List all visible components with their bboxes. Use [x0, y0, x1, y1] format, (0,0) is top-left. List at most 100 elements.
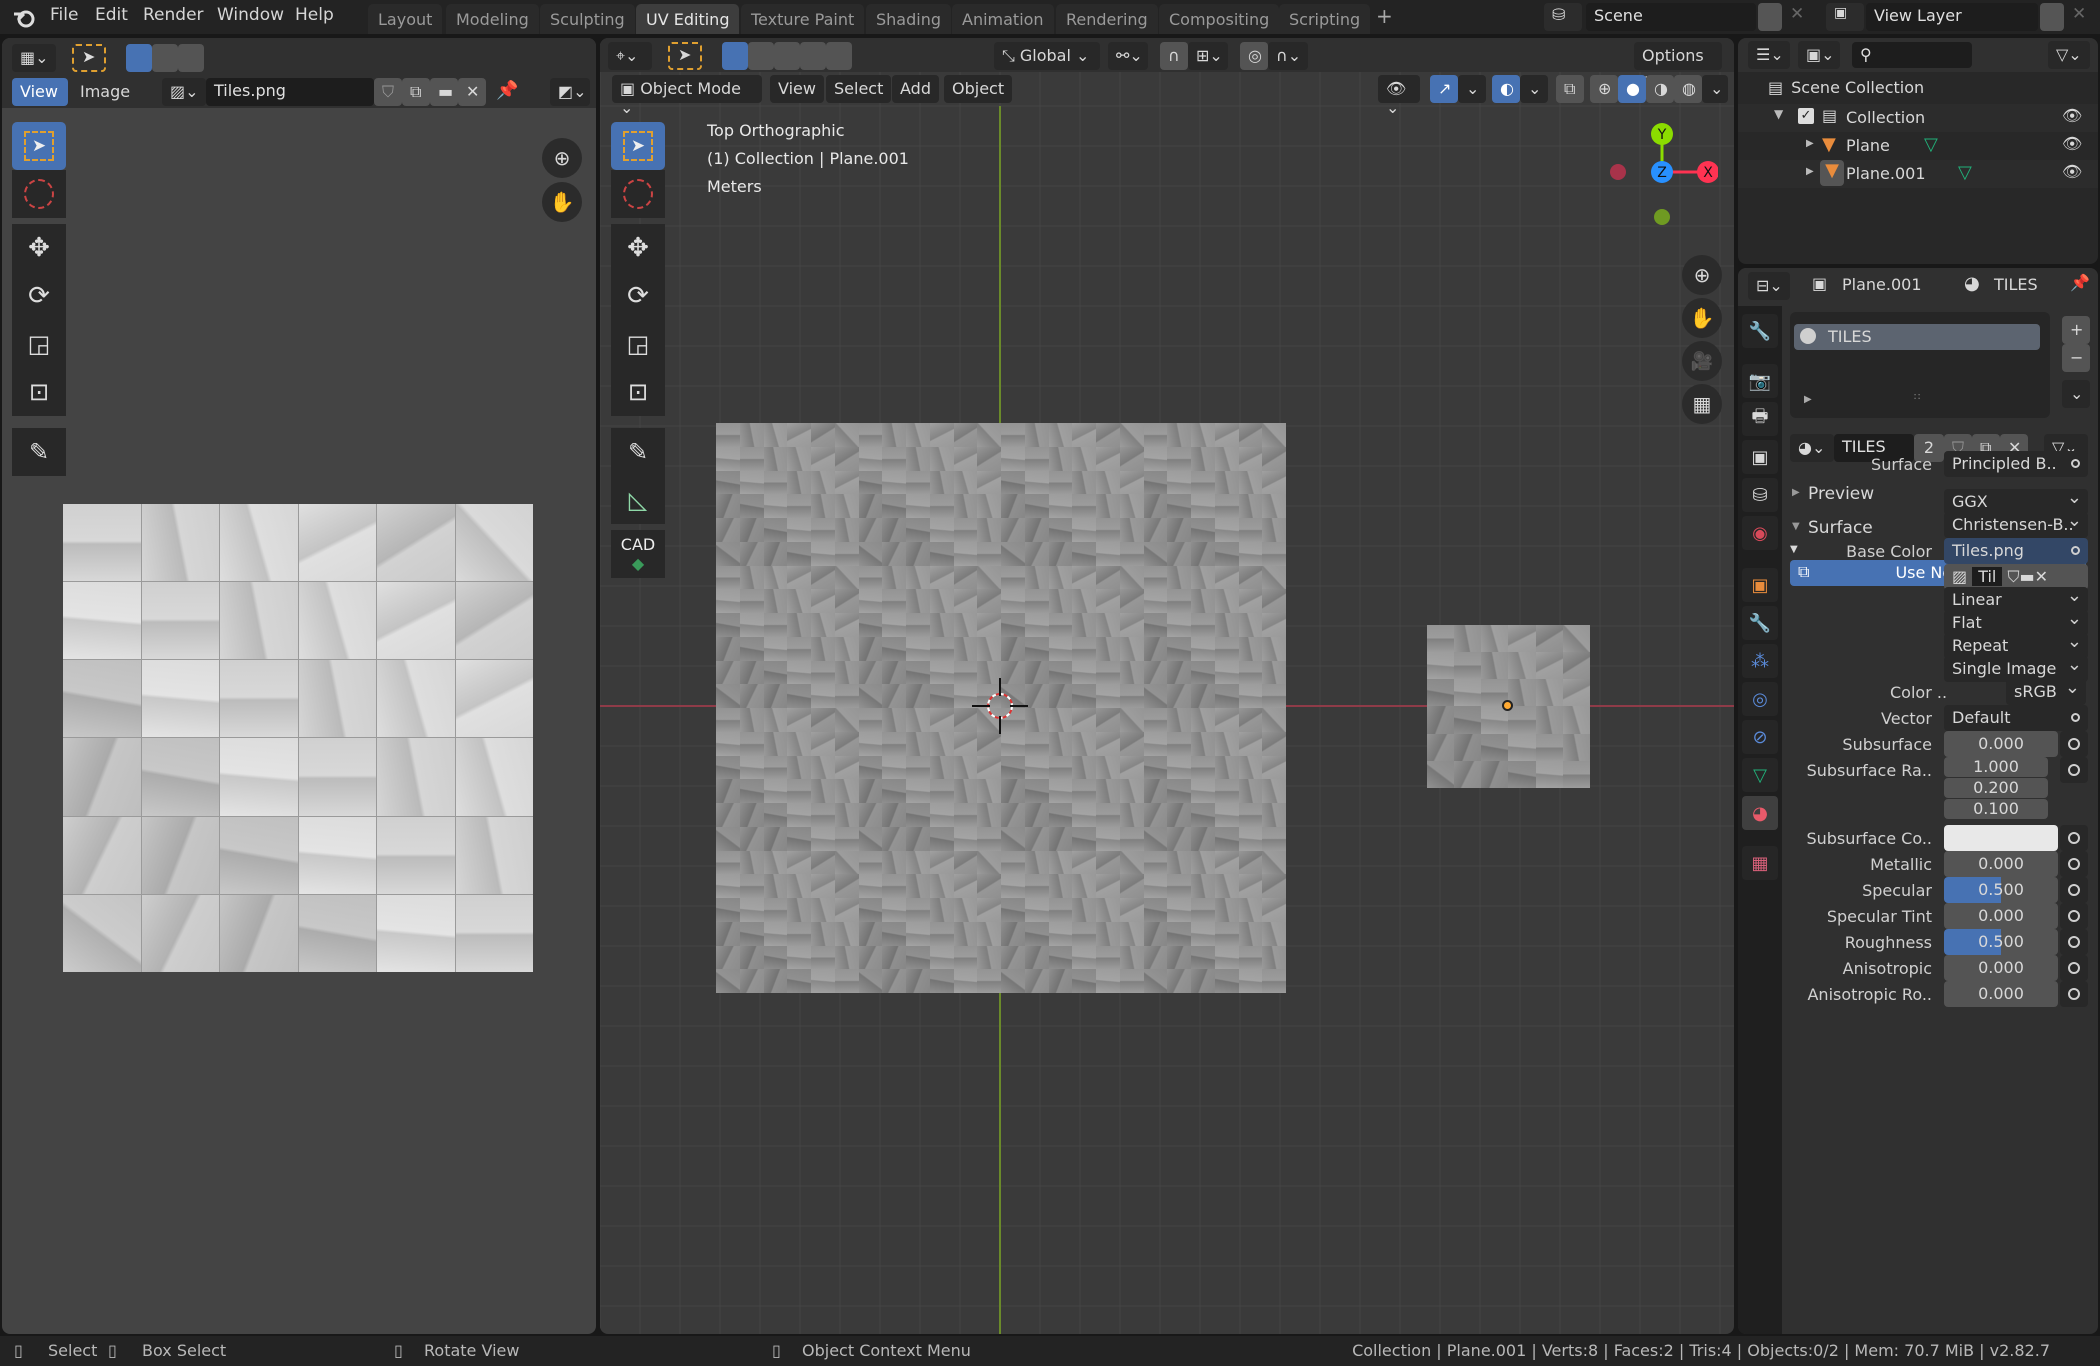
- socket-link-button[interactable]: [2060, 825, 2088, 851]
- number-field[interactable]: 0.000: [1944, 955, 2058, 981]
- menu-edit[interactable]: Edit: [95, 5, 128, 25]
- tool-move[interactable]: ✥: [611, 224, 665, 272]
- material-slot-row[interactable]: TILES: [1794, 324, 2040, 350]
- remove-slot-button[interactable]: −: [2062, 344, 2090, 372]
- overlay-toggle[interactable]: ◐: [1492, 75, 1520, 103]
- shading-solid[interactable]: ●: [1618, 75, 1646, 103]
- scene-copy-button[interactable]: [1758, 3, 1782, 31]
- select-mode-new-button[interactable]: [722, 42, 748, 70]
- tab-animation[interactable]: Animation: [952, 4, 1054, 34]
- overlay-dropdown[interactable]: ⌄: [1520, 75, 1548, 103]
- color-swatch[interactable]: [1944, 825, 2058, 851]
- tool-measure[interactable]: ◺: [611, 476, 665, 524]
- image-name-field[interactable]: Tiles.png: [206, 78, 374, 106]
- socket-link-button[interactable]: [2060, 903, 2088, 929]
- image-browse-button[interactable]: ▨⌄: [162, 78, 206, 106]
- color-space-dropdown[interactable]: sRGB: [2006, 679, 2086, 705]
- tab-render[interactable]: 📷: [1742, 364, 1778, 398]
- menu-help[interactable]: Help: [295, 5, 334, 25]
- tool-select-box[interactable]: ➤: [611, 122, 665, 170]
- display-channels-button[interactable]: ◩⌄: [550, 78, 590, 106]
- tab-texture-paint[interactable]: Texture Paint: [741, 4, 865, 34]
- socket-link-field[interactable]: Default: [1944, 705, 2088, 731]
- zoom-button[interactable]: ⊕: [1682, 255, 1722, 295]
- number-field[interactable]: 0.000: [1944, 981, 2058, 1007]
- pin-icon[interactable]: 📌: [496, 80, 518, 101]
- tool-cursor[interactable]: [611, 170, 665, 218]
- display-mode-button[interactable]: ▣⌄: [1798, 41, 1840, 69]
- tab-particles[interactable]: ⁂: [1742, 644, 1778, 678]
- tool-cursor[interactable]: [12, 170, 66, 218]
- tool-transform[interactable]: ⊡: [12, 368, 66, 416]
- tab-scripting[interactable]: Scripting: [1279, 4, 1371, 34]
- slot-specials-button[interactable]: ⌄: [2062, 380, 2090, 408]
- xray-toggle[interactable]: ⧉: [1556, 75, 1584, 103]
- select-mode-extend-button[interactable]: [152, 44, 178, 72]
- tool-scale[interactable]: ◲: [611, 320, 665, 368]
- checkbox-icon[interactable]: ✓: [1798, 108, 1814, 124]
- transform-orientation-dropdown[interactable]: ⤡ Global ⌄: [994, 42, 1100, 70]
- tool-rotate[interactable]: ⟳: [611, 272, 665, 320]
- tab-material[interactable]: ◕: [1742, 796, 1778, 830]
- scene-name-field[interactable]: Scene: [1586, 3, 1756, 31]
- enum-dropdown[interactable]: Christensen-B..: [1944, 512, 2088, 538]
- number-field[interactable]: 0.000: [1944, 903, 2058, 929]
- new-image-button[interactable]: ⧉: [402, 78, 430, 106]
- select-mode-subtract-button[interactable]: [178, 44, 204, 72]
- socket-link-button[interactable]: [2060, 851, 2088, 877]
- tool-cad[interactable]: CAD ◆: [611, 530, 665, 578]
- tab-tool[interactable]: 🔧: [1742, 314, 1778, 348]
- editor-type-button[interactable]: ⊟⌄: [1748, 272, 1790, 300]
- tool-select-box[interactable]: ➤: [12, 122, 66, 170]
- tab-object[interactable]: ▣: [1742, 568, 1778, 602]
- editor-type-button[interactable]: ▦⌄: [12, 44, 56, 72]
- outliner-row-collection[interactable]: ▼ ✓ ▤ Collection 👁: [1738, 104, 2098, 132]
- socket-link-button[interactable]: [2060, 757, 2088, 783]
- pan-button[interactable]: ✋: [542, 182, 582, 222]
- socket-link-field[interactable]: Principled B..: [1944, 451, 2088, 477]
- socket-link-button[interactable]: [2060, 955, 2088, 981]
- tool-scale[interactable]: ◲: [12, 320, 66, 368]
- navigation-gizmo[interactable]: Y X Z: [1598, 116, 1718, 276]
- number-field[interactable]: 0.000: [1944, 851, 2058, 877]
- gizmo-neg-y[interactable]: [1654, 209, 1670, 225]
- resize-handle-icon[interactable]: ∷: [1914, 392, 1920, 403]
- mesh-data-icon[interactable]: ▽: [1924, 134, 1938, 155]
- view-layer-close-icon[interactable]: ✕: [2072, 4, 2086, 24]
- select-mode-extend-button[interactable]: [748, 42, 774, 70]
- slider-field[interactable]: 0.500: [1944, 877, 2058, 903]
- menu-image[interactable]: Image: [72, 78, 138, 106]
- menu-object[interactable]: Object: [944, 75, 1013, 103]
- shading-dropdown[interactable]: ⌄: [1702, 75, 1728, 103]
- tab-shading[interactable]: Shading: [866, 4, 951, 34]
- tool-annotate[interactable]: ✎: [611, 428, 665, 476]
- visibility-dropdown[interactable]: 👁⌄: [1378, 75, 1420, 117]
- vector-component-field[interactable]: 0.100: [1944, 799, 2048, 819]
- tool-move[interactable]: ✥: [12, 224, 66, 272]
- expand-arrow-icon[interactable]: ▼: [1774, 107, 1783, 121]
- eye-icon[interactable]: 👁: [2062, 106, 2082, 125]
- tool-annotate[interactable]: ✎: [12, 428, 66, 476]
- menu-file[interactable]: File: [50, 5, 78, 25]
- texture-image[interactable]: [63, 504, 533, 972]
- tab-uv-editing[interactable]: UV Editing: [636, 4, 740, 34]
- zoom-button[interactable]: ⊕: [542, 138, 582, 178]
- expand-arrow-icon[interactable]: ▶: [1806, 166, 1814, 177]
- tool-transform[interactable]: ⊡: [611, 368, 665, 416]
- tab-modeling[interactable]: Modeling: [446, 4, 539, 34]
- socket-link-button[interactable]: [2060, 981, 2088, 1007]
- pin-icon[interactable]: 📌: [2070, 273, 2090, 292]
- camera-view-button[interactable]: 🎥: [1682, 341, 1722, 381]
- snap-toggle[interactable]: ∩: [1160, 42, 1188, 70]
- outliner-search-input[interactable]: ⚲: [1852, 42, 1972, 68]
- select-mode-invert-button[interactable]: [800, 42, 826, 70]
- editor-type-button[interactable]: ☰⌄: [1748, 41, 1790, 69]
- pivot-dropdown[interactable]: ⚯⌄: [1108, 42, 1148, 70]
- vector-component-field[interactable]: 1.000: [1944, 757, 2048, 777]
- tab-modifiers[interactable]: 🔧: [1742, 606, 1778, 640]
- expand-arrow-icon[interactable]: ▶: [1804, 394, 1812, 405]
- proportional-edit-toggle[interactable]: ◎: [1240, 42, 1268, 70]
- 3d-viewport[interactable]: ⌖⌄ ➤ ⤡ Global ⌄ ⚯⌄ ∩ ⊞⌄ ◎ ∩⌄ Options ⌄ ▣…: [600, 38, 1734, 1334]
- shading-material[interactable]: ◑: [1646, 75, 1674, 103]
- outliner-row-plane-001[interactable]: ▶ ▼ Plane.001 ▽ 👁: [1738, 160, 2098, 188]
